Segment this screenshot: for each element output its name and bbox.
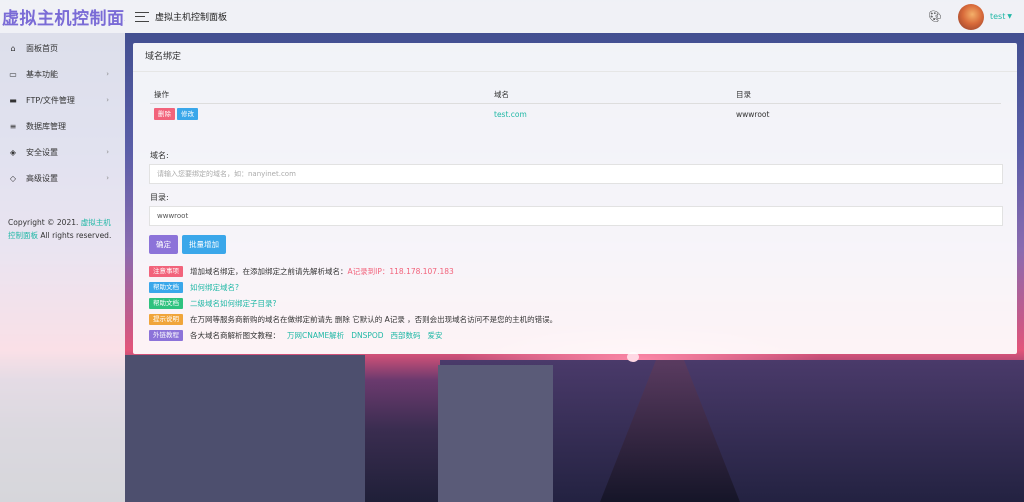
ext-link-wanwang[interactable]: 万网CNAME解析 (287, 330, 344, 341)
sidebar-item-label: 基本功能 (26, 69, 58, 79)
domain-binding-panel: 域名绑定 操作 域名 目录 删除 修改 test.com wwwroot 域名: … (133, 43, 1017, 354)
tip-hint: 提示说明 在万网等服务商新购的域名在做绑定前请先 删除 它默认的 A记录 ，否则… (149, 311, 557, 327)
tip-external: 外链教程 各大域名商解析图文教程： 万网CNAME解析 DNSPOD 西部数码 … (149, 327, 557, 343)
folder-icon: ▬ (9, 95, 17, 105)
database-icon: ≡ (9, 121, 17, 131)
domain-input[interactable] (149, 164, 1003, 184)
user-name[interactable]: test (990, 12, 1005, 21)
panel-title: 域名绑定 (133, 43, 1017, 72)
ext-link-dnspod[interactable]: DNSPOD (351, 331, 383, 340)
sidebar-item-security[interactable]: ◈ 安全设置 › (0, 139, 125, 165)
external-tag: 外链教程 (149, 329, 183, 341)
building-rooftop (125, 355, 365, 502)
domain-table: 操作 域名 目录 删除 修改 test.com wwwroot (150, 86, 1001, 125)
help-tag: 帮助文档 (149, 281, 183, 293)
copyright-suffix: All rights reserved. (40, 231, 112, 240)
user-area: 🎨︎ test ▼ (928, 0, 1012, 33)
building-rooftop-2 (438, 365, 553, 502)
column-header: 操作 (150, 86, 490, 104)
chevron-right-icon: › (106, 96, 109, 104)
table-row: 删除 修改 test.com wwwroot (150, 103, 1001, 125)
menu-toggle-icon[interactable] (135, 11, 149, 22)
help-link-subdomain[interactable]: 二级域名如何绑定子目录? (190, 298, 276, 309)
sidebar-item-label: 面板首页 (26, 43, 58, 53)
domain-cell: test.com (490, 103, 732, 125)
chevron-down-icon[interactable]: ▼ (1007, 13, 1012, 20)
home-icon: ⌂ (10, 43, 16, 53)
column-header: 域名 (490, 86, 732, 104)
diamond-icon: ◇ (9, 173, 17, 183)
palette-icon[interactable]: 🎨︎ (928, 10, 942, 23)
edit-button[interactable]: 修改 (177, 108, 198, 121)
domain-label: 域名: (150, 151, 169, 160)
avatar[interactable] (958, 3, 984, 30)
dir-label: 目录: (150, 193, 169, 202)
sidebar-item-advanced[interactable]: ◇ 高级设置 › (0, 165, 125, 191)
confirm-button[interactable]: 确定 (149, 235, 178, 254)
notice-ip: A记录到IP：118.178.107.183 (347, 266, 454, 276)
table-header-row: 操作 域名 目录 (150, 86, 1001, 104)
sidebar-item-database[interactable]: ≡ 数据库管理 (0, 113, 125, 139)
notice-text: 增加域名绑定，在添加绑定之前请先解析域名： (190, 266, 348, 276)
copyright: Copyright © 2021. 虚拟主机控制面板 All rights re… (8, 216, 118, 242)
sidebar-item-basic[interactable]: ▭ 基本功能 › (0, 61, 125, 87)
ext-link-west[interactable]: 西部数码 (391, 330, 421, 341)
tip-notice: 注意事项 增加域名绑定，在添加绑定之前请先解析域名： A记录到IP：118.17… (149, 263, 557, 279)
sidebar-item-label: 数据库管理 (26, 121, 66, 131)
tip-help-2: 帮助文档 二级域名如何绑定子目录? (149, 295, 557, 311)
external-text: 各大域名商解析图文教程： (190, 330, 280, 340)
sidebar-item-ftp[interactable]: ▬ FTP/文件管理 › (0, 87, 125, 113)
brand-logo[interactable]: 虚拟主机控制面板 (0, 0, 125, 33)
help-tag: 帮助文档 (149, 297, 183, 309)
hint-text: 在万网等服务商新购的域名在做绑定前请先 删除 它默认的 A记录 ，否则会出现域名… (190, 314, 558, 324)
dir-cell: wwwroot (736, 109, 770, 119)
chevron-right-icon: › (106, 174, 109, 182)
tip-help-1: 帮助文档 如何绑定域名? (149, 279, 557, 295)
chevron-right-icon: › (106, 70, 109, 78)
chevron-right-icon: › (106, 148, 109, 156)
sidebar-item-label: FTP/文件管理 (26, 95, 75, 105)
tips-list: 注意事项 增加域名绑定，在添加绑定之前请先解析域名： A记录到IP：118.17… (149, 263, 557, 343)
sidebar: ⌂ 面板首页 ▭ 基本功能 › ▬ FTP/文件管理 › ≡ 数据库管理 ◈ 安… (0, 33, 125, 502)
hint-tag: 提示说明 (149, 313, 183, 325)
top-bar: 虚拟主机控制面板 虚拟主机控制面板 🎨︎ test ▼ (0, 0, 1024, 33)
sidebar-item-label: 高级设置 (26, 173, 58, 183)
shield-icon: ◈ (9, 147, 17, 157)
domain-link[interactable]: test.com (494, 110, 527, 119)
copyright-prefix: Copyright © 2021. (8, 218, 79, 227)
ext-link-aian[interactable]: 爱安 (428, 330, 443, 341)
monitor-icon: ▭ (9, 69, 17, 79)
batch-add-button[interactable]: 批量增加 (182, 235, 226, 254)
actions-cell: 删除 修改 (150, 103, 490, 125)
sidebar-item-label: 安全设置 (26, 147, 58, 157)
notice-tag: 注意事项 (149, 265, 183, 277)
help-link-bind-domain[interactable]: 如何绑定域名? (190, 282, 239, 293)
header-title: 虚拟主机控制面板 (155, 13, 228, 23)
dir-input[interactable] (149, 206, 1003, 226)
delete-button[interactable]: 删除 (154, 108, 175, 121)
column-header: 目录 (732, 86, 1001, 104)
sidebar-item-home[interactable]: ⌂ 面板首页 (0, 35, 125, 61)
